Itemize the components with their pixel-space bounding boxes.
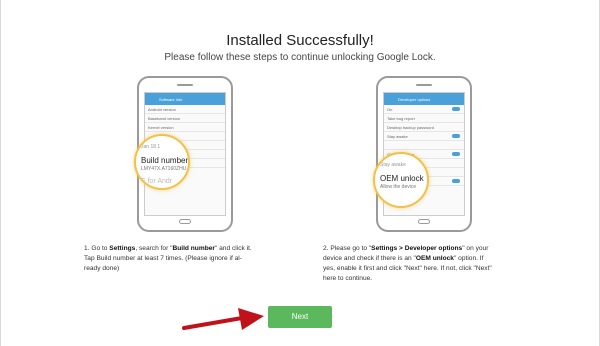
screen-row	[384, 141, 464, 150]
phone-speaker	[177, 84, 193, 86]
step-2-text: here to continue.	[323, 275, 373, 282]
toggle-icon	[452, 179, 460, 183]
phone-home-button	[179, 219, 191, 224]
magnifier-build-number: Jan 18 1 Build number LMY47X.A7160ZHU E …	[134, 134, 190, 190]
step-2-text: " on your	[462, 245, 489, 252]
step-2-bold-oem-unlock: OEM unlock	[415, 255, 454, 262]
screen-row: Android version	[145, 105, 225, 114]
screen-row: Kernel version	[145, 123, 225, 132]
phone-speaker	[416, 84, 432, 86]
step-1-bold-build-number: Build number	[172, 245, 215, 252]
screen-row: Baseband version	[145, 114, 225, 123]
toggle-icon	[452, 107, 460, 111]
step-2-text: device and check if there is an "	[323, 255, 416, 262]
step-1-text: ready done)	[84, 265, 120, 272]
toggle-icon	[452, 134, 460, 138]
step-1-text: Tap Build number at least 7 times. (Plea…	[84, 255, 242, 262]
step-1-text: , search for "	[135, 245, 173, 252]
step-2-instructions: 2. Please go to "Settings > Developer op…	[323, 244, 538, 284]
magnifier-main-text: Build number	[141, 156, 189, 165]
step-2-text: yes, enable it first and click "Next" he…	[323, 265, 492, 272]
step-2-bold-developer-options: Settings > Developer options	[371, 245, 463, 252]
magnifier-main-text: OEM unlock	[380, 174, 424, 183]
magnifier-bottom-text: E for Andr	[141, 178, 173, 185]
magnifier-sub-text: LMY47X.A7160ZHU	[141, 166, 187, 172]
step-1-instructions: 1. Go to Settings, search for "Build num…	[84, 244, 284, 274]
screen-row: Take bug report	[384, 114, 464, 123]
step-2-text: " option. If	[453, 255, 484, 262]
screen-row: Desktop backup password	[384, 123, 464, 132]
screen-row: On	[384, 105, 464, 114]
step-1-text: 1. Go to	[84, 245, 110, 252]
step-1-text: " and click it.	[214, 245, 252, 252]
magnifier-oem-unlock: Stay awake OEM unlock Allow the device	[373, 152, 429, 208]
next-button[interactable]: Next	[268, 306, 332, 328]
page-subtitle: Please follow these steps to continue un…	[164, 52, 436, 63]
phone-home-button	[418, 219, 430, 224]
screen-row: Stay awake	[384, 132, 464, 141]
step-1-bold-settings: Settings	[109, 245, 136, 252]
magnifier-sub-text: Allow the device	[380, 184, 417, 190]
phone-appbar: Developer options	[384, 93, 464, 105]
screen-row-label: On	[387, 107, 393, 112]
page-title: Installed Successfully!	[226, 32, 374, 49]
phone-appbar: Software info	[145, 93, 225, 105]
screen-row-label: Stay awake	[387, 134, 408, 139]
toggle-icon	[452, 152, 460, 156]
magnifier-top-text: Stay awake	[380, 162, 406, 168]
step-2-text: 2. Please go to "	[323, 245, 372, 252]
magnifier-top-text: Jan 18 1	[141, 144, 161, 150]
red-arrow-icon	[182, 308, 264, 330]
